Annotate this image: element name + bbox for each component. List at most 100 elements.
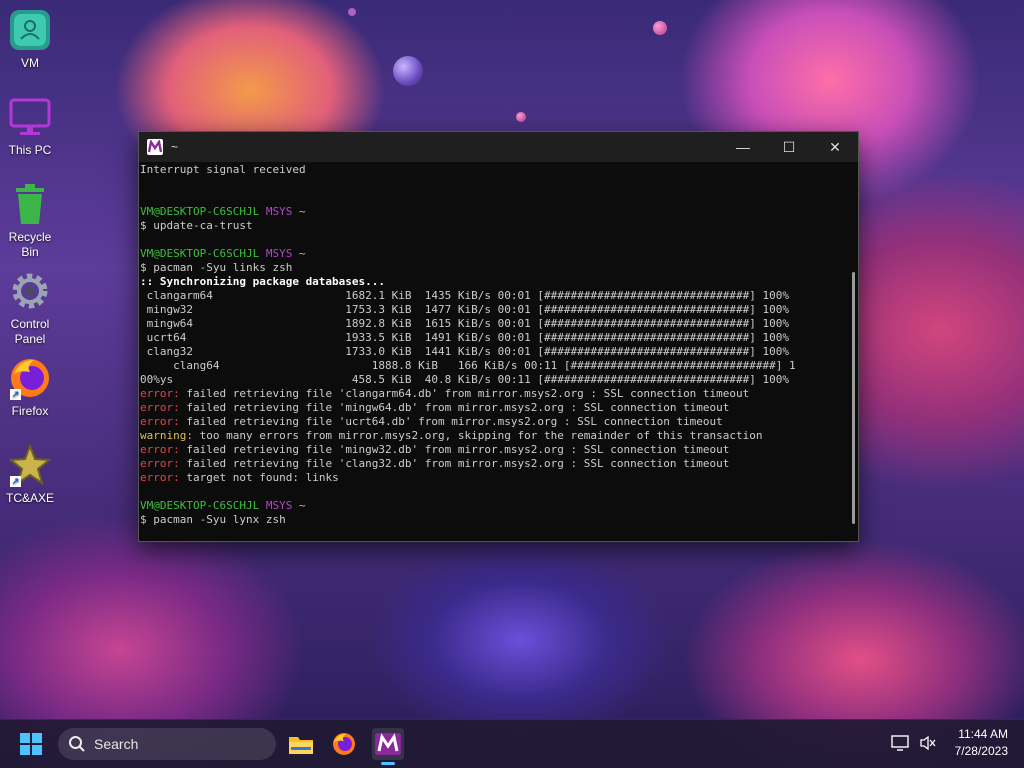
terminal-text: clang64 1888.8 KiB 166 KiB/s 00:11 [####… (140, 359, 796, 372)
desktop-icon-vm[interactable]: VM (0, 8, 60, 71)
terminal-text: ~ (292, 247, 306, 260)
terminal-text: failed retrieving file 'clangarm64.db' f… (179, 387, 750, 400)
maximize-button[interactable]: ☐ (766, 132, 812, 162)
terminal-line: error: failed retrieving file 'clangarm6… (140, 387, 846, 401)
terminal-line: clang32 1733.0 KiB 1441 KiB/s 00:01 [###… (140, 345, 846, 359)
trash-icon (8, 182, 52, 226)
desktop-icon-label: Firefox (11, 404, 49, 418)
terminal-line: error: failed retrieving file 'mingw32.d… (140, 443, 846, 457)
terminal-text: error: (140, 401, 180, 414)
close-icon: ✕ (829, 138, 841, 155)
vm-icon (8, 8, 52, 52)
taskbar: Search 11:44 AM 7/28/2023 (0, 719, 1024, 768)
terminal-text: VM@DESKTOP-C6SCHJL (140, 205, 260, 218)
minimize-icon: — (736, 139, 750, 155)
firefox-icon (333, 733, 355, 755)
terminal-text: 00%ys 458.5 KiB 40.8 KiB/s 00:11 [######… (140, 373, 790, 386)
search-icon (68, 735, 86, 753)
terminal-line: error: failed retrieving file 'ucrt64.db… (140, 415, 846, 429)
window-titlebar[interactable]: ~ — ☐ ✕ (139, 132, 858, 162)
terminal-line: error: failed retrieving file 'clang32.d… (140, 457, 846, 471)
terminal-text: error: (140, 471, 180, 484)
network-icon[interactable] (890, 735, 909, 751)
windows-logo-icon (20, 733, 30, 743)
terminal-text: MSYS (259, 205, 293, 218)
windows-logo-tile (32, 745, 42, 755)
clock-date: 7/28/2023 (954, 744, 1008, 758)
terminal-line: $ pacman -Syu links zsh (140, 261, 846, 275)
terminal-text: target not found: links (179, 471, 339, 484)
msys2-taskbar-button[interactable] (372, 728, 404, 765)
desktop-icon-label: TC&AXE (5, 491, 54, 505)
desktop-icon-control-panel[interactable]: Control Panel (0, 269, 60, 347)
terminal-line: mingw64 1892.8 KiB 1615 KiB/s 00:01 [###… (140, 317, 846, 331)
terminal-text: failed retrieving file 'ucrt64.db' from … (179, 415, 723, 428)
terminal-line: clangarm64 1682.1 KiB 1435 KiB/s 00:01 [… (140, 289, 846, 303)
terminal-line: mingw32 1753.3 KiB 1477 KiB/s 00:01 [###… (140, 303, 846, 317)
terminal-text: MSYS (259, 247, 293, 260)
terminal-line: :: Synchronizing package databases... (140, 275, 846, 289)
terminal-line: $ update-ca-trust (140, 219, 846, 233)
desktop-icon-label: VM (21, 56, 39, 70)
terminal-text: mingw64 1892.8 KiB 1615 KiB/s 00:01 [###… (140, 317, 790, 330)
start-button[interactable] (20, 733, 42, 755)
file-explorer-button[interactable] (285, 728, 317, 760)
terminal-text: error: (140, 387, 180, 400)
terminal-line: VM@DESKTOP-C6SCHJL MSYS ~ (140, 499, 846, 513)
terminal-line: VM@DESKTOP-C6SCHJL MSYS ~ (140, 205, 846, 219)
desktop-icon-recycle-bin[interactable]: Recycle Bin (0, 182, 60, 260)
shortcut-arrow-icon: ↗ (10, 389, 21, 400)
volume-muted-icon[interactable] (919, 735, 937, 751)
terminal-text: clangarm64 1682.1 KiB 1435 KiB/s 00:01 [… (140, 289, 790, 302)
terminal-scrollbar[interactable] (852, 272, 855, 524)
active-indicator (381, 762, 395, 765)
system-tray: 11:44 AM 7/28/2023 (890, 726, 1008, 760)
terminal-line: ucrt64 1933.5 KiB 1491 KiB/s 00:01 [####… (140, 331, 846, 345)
shortcut-arrow-icon: ↗ (10, 476, 21, 487)
maximize-icon: ☐ (782, 138, 796, 155)
terminal-text: failed retrieving file 'mingw64.db' from… (179, 401, 730, 414)
terminal-line: VM@DESKTOP-C6SCHJL MSYS ~ (140, 247, 846, 261)
terminal-output[interactable]: Interrupt signal received VM@DESKTOP-C6SC… (139, 162, 846, 541)
terminal-text: error: (140, 415, 180, 428)
firefox-icon: ↗ (8, 356, 52, 400)
terminal-text: failed retrieving file 'mingw32.db' from… (179, 443, 730, 456)
desktop-icon-tc-axe[interactable]: ↗ TC&AXE (0, 443, 60, 506)
terminal-window[interactable]: ~ — ☐ ✕ Interrupt signal received VM@DESK… (138, 131, 859, 542)
terminal-text: warning: (140, 429, 193, 442)
terminal-text: ~ (292, 205, 306, 218)
firefox-taskbar-button[interactable] (328, 728, 360, 760)
folder-icon (289, 737, 313, 754)
msys2-logo-icon (375, 733, 401, 755)
wallpaper-planet (348, 8, 356, 16)
monitor-icon (8, 95, 52, 139)
terminal-text: mingw32 1753.3 KiB 1477 KiB/s 00:01 [###… (140, 303, 790, 316)
terminal-text: failed retrieving file 'clang32.db' from… (179, 457, 730, 470)
terminal-text: error: (140, 443, 180, 456)
taskbar-search[interactable]: Search (58, 728, 276, 760)
minimize-button[interactable]: — (720, 132, 766, 162)
terminal-line: error: failed retrieving file 'mingw64.d… (140, 401, 846, 415)
terminal-text: ~ (292, 499, 306, 512)
terminal-text: ucrt64 1933.5 KiB 1491 KiB/s 00:01 [####… (140, 331, 790, 344)
wallpaper-planet (516, 112, 526, 122)
terminal-text: too many errors from mirror.msys2.org, s… (192, 429, 763, 442)
terminal-line: $ pacman -Syu lynx zsh (140, 513, 846, 527)
wallpaper-planet (393, 56, 423, 86)
terminal-text: $ update-ca-trust (140, 219, 253, 232)
taskbar-clock[interactable]: 11:44 AM 7/28/2023 (955, 726, 1008, 760)
desktop-icon-this-pc[interactable]: This PC (0, 95, 60, 158)
gear-icon (8, 269, 52, 313)
terminal-line: error: target not found: links (140, 471, 846, 485)
desktop-icon-firefox[interactable]: ↗ Firefox (0, 356, 60, 419)
desktop-icon-label: Control Panel (10, 317, 50, 346)
search-placeholder: Search (94, 736, 139, 752)
close-button[interactable]: ✕ (812, 132, 858, 162)
terminal-text: $ pacman -Syu links zsh (140, 261, 293, 274)
terminal-line: warning: too many errors from mirror.msy… (140, 429, 846, 443)
desktop-icon-label: Recycle Bin (8, 230, 52, 259)
